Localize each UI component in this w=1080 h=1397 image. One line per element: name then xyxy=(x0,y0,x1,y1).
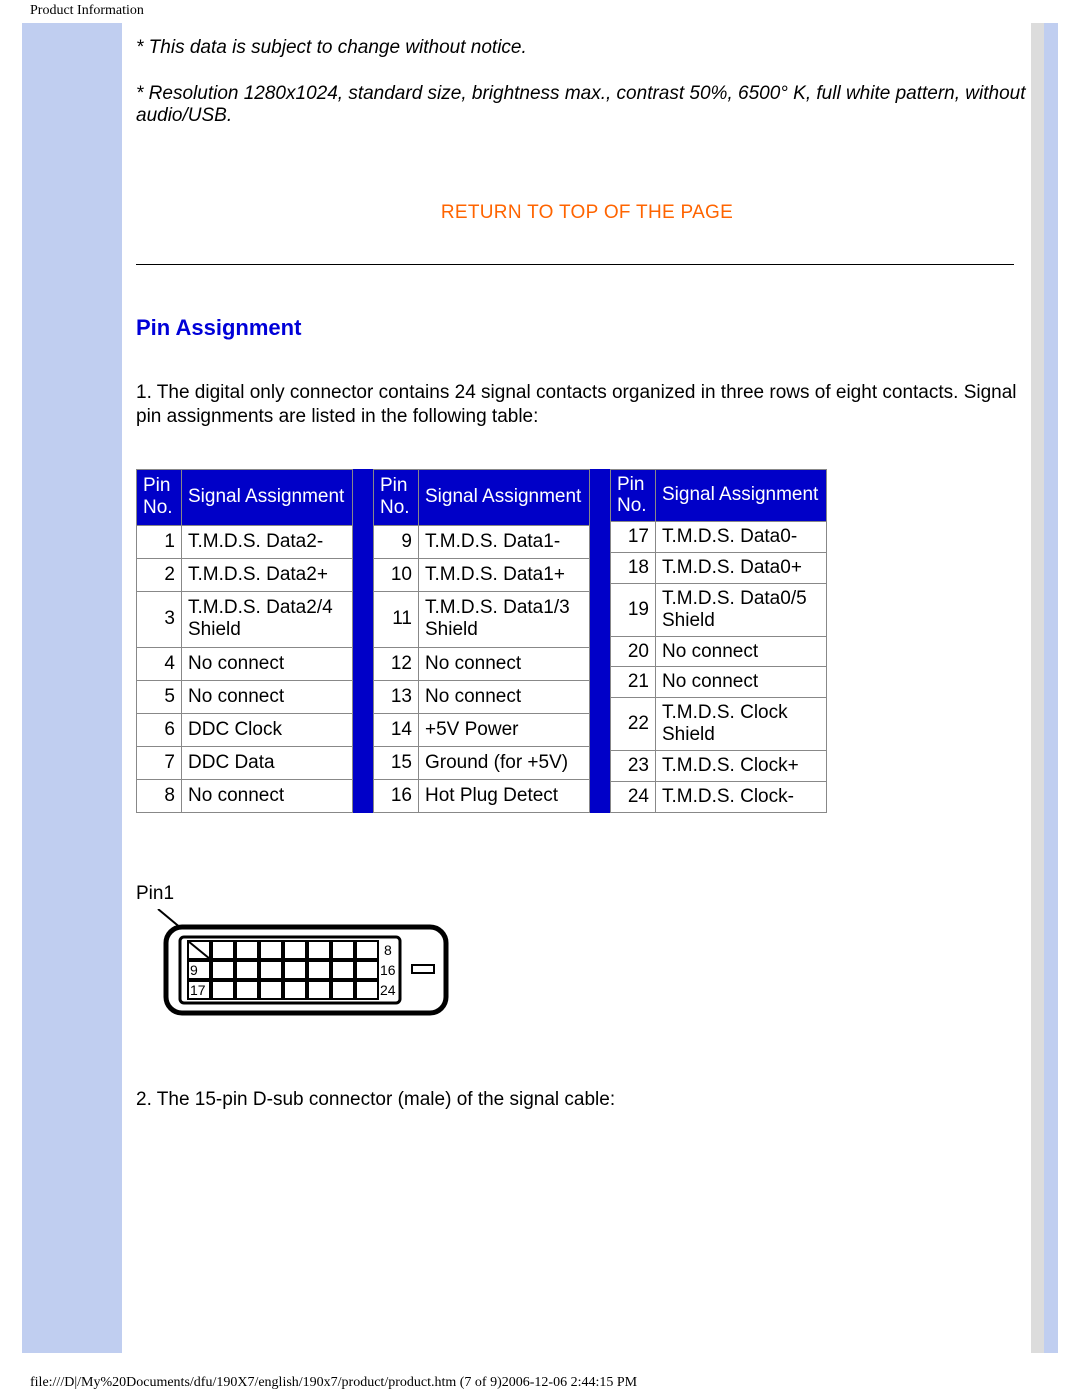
svg-text:16: 16 xyxy=(380,962,396,978)
svg-text:8: 8 xyxy=(384,942,392,958)
table-gap xyxy=(590,469,610,813)
svg-text:9: 9 xyxy=(190,962,198,978)
pin-table-1: Pin No.Signal Assignment 1T.M.D.S. Data2… xyxy=(136,469,353,813)
pin-table-3: Pin No.Signal Assignment 17T.M.D.S. Data… xyxy=(610,469,827,813)
table-gap xyxy=(353,469,373,813)
content-frame: * This data is subject to change without… xyxy=(22,23,1058,1353)
pin-assignment-heading: Pin Assignment xyxy=(136,315,1038,341)
content-panel: * This data is subject to change without… xyxy=(122,23,1044,1353)
footer-file-path: file:///D|/My%20Documents/dfu/190X7/engl… xyxy=(30,1375,637,1391)
pin-tables: Pin No.Signal Assignment 1T.M.D.S. Data2… xyxy=(136,469,1038,813)
svg-text:24: 24 xyxy=(380,982,396,998)
dvi-connector-icon: 8 9 16 17 24 xyxy=(136,909,456,1019)
th-pin: Pin No. xyxy=(137,469,182,525)
connector-diagram: Pin1 8 xyxy=(136,883,1038,1019)
scrollbar[interactable] xyxy=(1031,23,1044,1353)
return-to-top-link[interactable]: RETURN TO TOP OF THE PAGE xyxy=(136,202,1038,224)
resolution-note: * Resolution 1280x1024, standard size, b… xyxy=(136,83,1038,127)
svg-text:17: 17 xyxy=(190,982,206,998)
pin-intro-text: 1. The digital only connector contains 2… xyxy=(136,381,1022,429)
data-change-note: * This data is subject to change without… xyxy=(136,37,1038,59)
pin-table-2: Pin No.Signal Assignment 9T.M.D.S. Data1… xyxy=(373,469,590,813)
page-title: Product Information xyxy=(0,0,1080,19)
pin1-label: Pin1 xyxy=(136,883,1038,905)
th-sig: Signal Assignment xyxy=(182,469,353,525)
dsub-note: 2. The 15-pin D-sub connector (male) of … xyxy=(136,1089,1038,1111)
divider xyxy=(136,264,1014,265)
